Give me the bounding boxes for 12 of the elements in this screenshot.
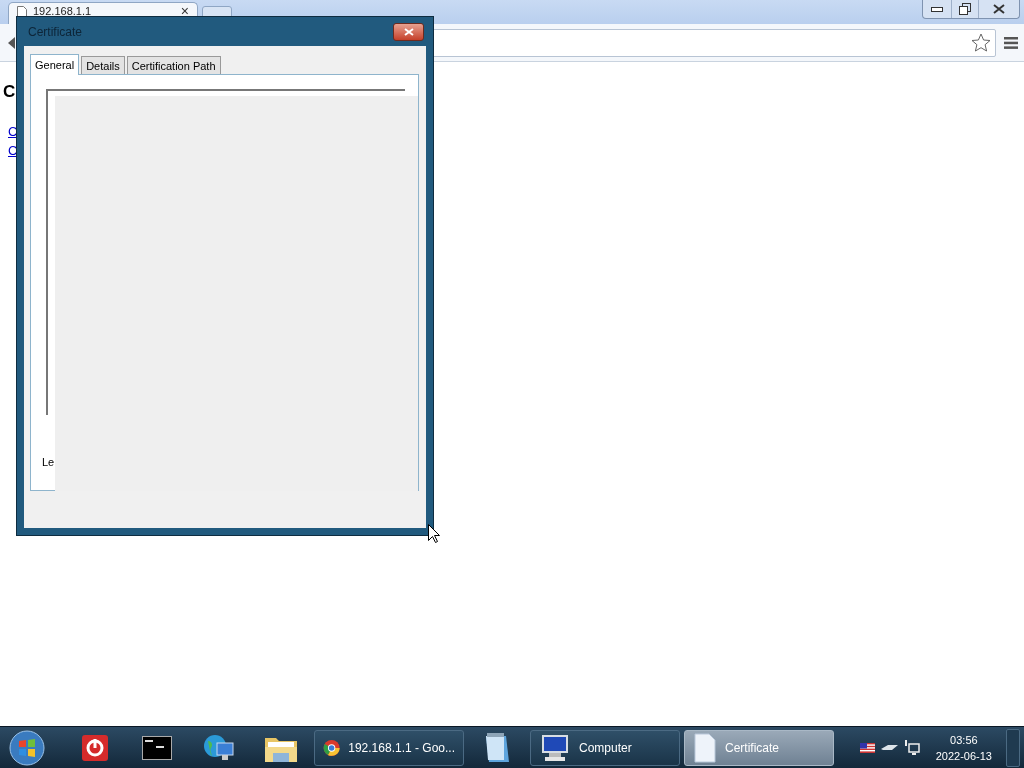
page-link[interactable]: C — [8, 143, 18, 158]
clock[interactable]: 03:56 2022-06-13 — [935, 731, 992, 764]
tab-close-button[interactable]: × — [180, 6, 189, 17]
page-link[interactable]: C — [8, 124, 18, 139]
dialog-tab[interactable]: Certification Path — [126, 56, 221, 74]
dialog-tab[interactable]: Details — [81, 56, 125, 74]
taskbar-button[interactable]: 192.168.1.1 - Goo... — [314, 729, 464, 766]
field-label: Le — [42, 456, 55, 468]
dialog-title: Certificate — [28, 24, 84, 39]
page-heading: C — [3, 82, 16, 102]
taskbar-button[interactable]: Computer — [530, 729, 680, 766]
dialog-tab[interactable]: General — [30, 54, 80, 75]
